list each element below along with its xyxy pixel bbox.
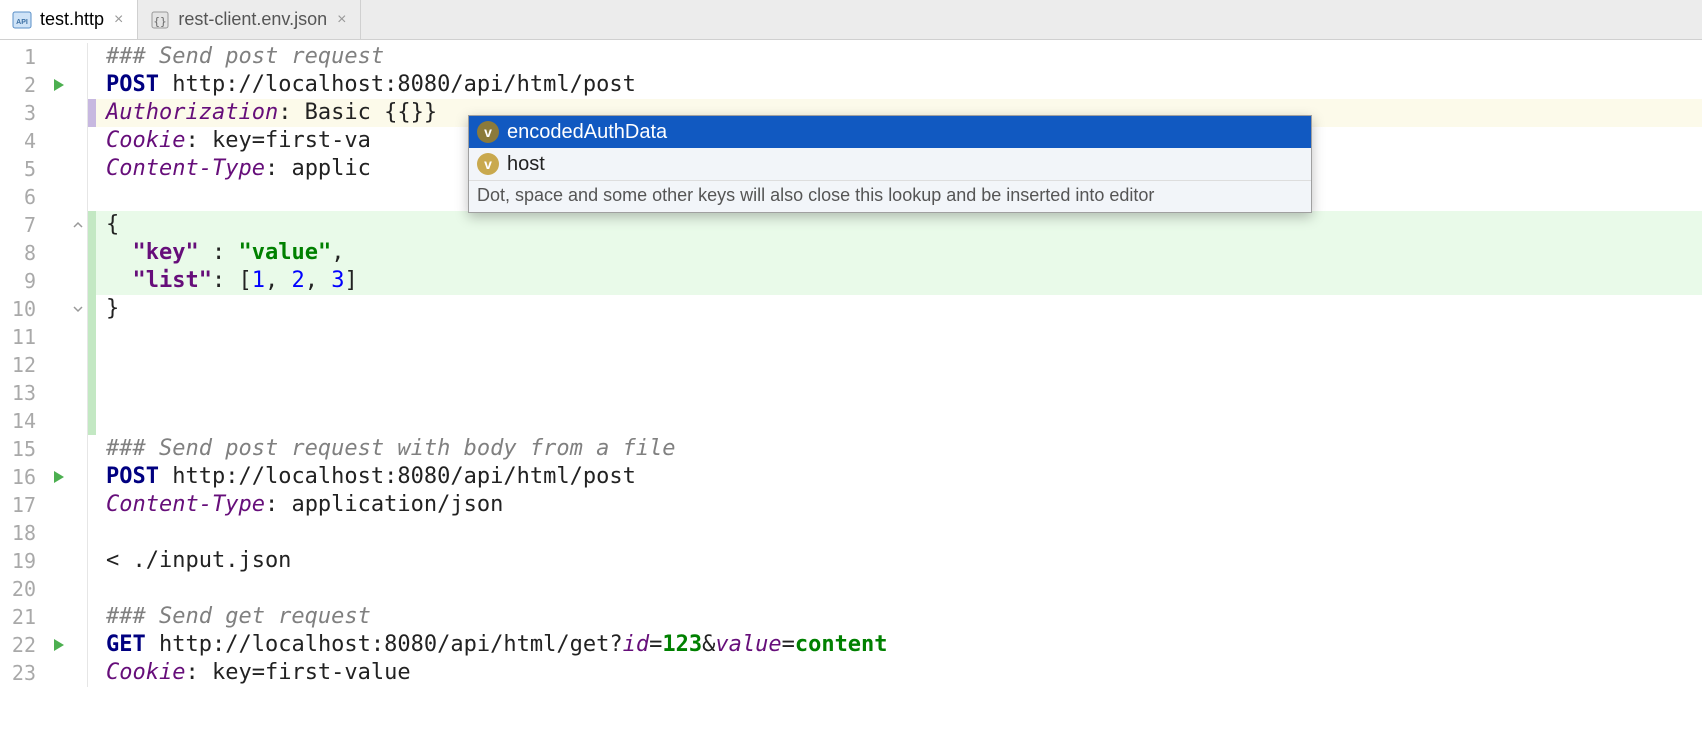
gutter: 1 2 3 4 5 6 7 8 9 10 11 12 13 14 15 16 1… <box>0 40 96 732</box>
line-number: 15 <box>0 435 50 463</box>
code-line <box>96 323 1702 351</box>
line-number: 21 <box>0 603 50 631</box>
close-icon[interactable]: × <box>335 11 348 29</box>
code-area[interactable]: ### Send post request POST http://localh… <box>96 40 1702 732</box>
run-gutter-icon[interactable] <box>50 78 68 92</box>
code-line: POST http://localhost:8080/api/html/post <box>96 71 1702 99</box>
line-number: 12 <box>0 351 50 379</box>
code-line <box>96 351 1702 379</box>
line-number: 20 <box>0 575 50 603</box>
completion-popup: v encodedAuthData v host Dot, space and … <box>468 115 1312 213</box>
variable-icon: v <box>477 153 499 175</box>
variable-icon: v <box>477 121 499 143</box>
line-number: 5 <box>0 155 50 183</box>
code-line: ### Send post request with body from a f… <box>96 435 1702 463</box>
close-icon[interactable]: × <box>112 11 125 29</box>
run-gutter-icon[interactable] <box>50 638 68 652</box>
code-line: { <box>96 211 1702 239</box>
code-line: "key" : "value", <box>96 239 1702 267</box>
fold-toggle-icon[interactable] <box>68 295 88 323</box>
svg-text:{}: {} <box>154 15 167 28</box>
line-number: 22 <box>0 631 50 659</box>
completion-label: host <box>507 153 545 176</box>
tab-test-http[interactable]: API test.http × <box>0 0 138 39</box>
tab-rest-client-env[interactable]: {} rest-client.env.json × <box>138 0 361 39</box>
line-number: 16 <box>0 463 50 491</box>
code-line <box>96 407 1702 435</box>
line-number: 6 <box>0 183 50 211</box>
fold-toggle-icon[interactable] <box>68 211 88 239</box>
line-number: 7 <box>0 211 50 239</box>
line-number: 1 <box>0 43 50 71</box>
code-line: ### Send get request <box>96 603 1702 631</box>
line-number: 10 <box>0 295 50 323</box>
completion-item[interactable]: v host <box>469 148 1311 180</box>
editor: 1 2 3 4 5 6 7 8 9 10 11 12 13 14 15 16 1… <box>0 40 1702 732</box>
code-line: POST http://localhost:8080/api/html/post <box>96 463 1702 491</box>
line-number: 23 <box>0 659 50 687</box>
code-line: ### Send post request <box>96 43 1702 71</box>
code-line: } <box>96 295 1702 323</box>
line-number: 14 <box>0 407 50 435</box>
code-line: GET http://localhost:8080/api/html/get?i… <box>96 631 1702 659</box>
tab-label: rest-client.env.json <box>178 9 327 30</box>
fold-col <box>68 43 88 71</box>
completion-hint: Dot, space and some other keys will also… <box>469 180 1311 212</box>
json-file-icon: {} <box>150 10 170 30</box>
line-number: 13 <box>0 379 50 407</box>
run-gutter-icon[interactable] <box>50 470 68 484</box>
vcs-stripe <box>88 99 96 127</box>
vcs-stripe <box>88 43 96 71</box>
line-number: 18 <box>0 519 50 547</box>
line-number: 9 <box>0 267 50 295</box>
code-line: "list": [1, 2, 3] <box>96 267 1702 295</box>
code-line: Cookie: key=first-value <box>96 659 1702 687</box>
line-number: 8 <box>0 239 50 267</box>
line-number: 11 <box>0 323 50 351</box>
code-line <box>96 379 1702 407</box>
code-line <box>96 575 1702 603</box>
fold-col <box>68 99 88 127</box>
completion-label: encodedAuthData <box>507 121 667 144</box>
tab-label: test.http <box>40 9 104 30</box>
http-file-icon: API <box>12 10 32 30</box>
line-number: 19 <box>0 547 50 575</box>
vcs-stripe <box>88 71 96 99</box>
completion-item[interactable]: v encodedAuthData <box>469 116 1311 148</box>
tab-bar: API test.http × {} rest-client.env.json … <box>0 0 1702 40</box>
line-number: 4 <box>0 127 50 155</box>
line-number: 17 <box>0 491 50 519</box>
line-number: 2 <box>0 71 50 99</box>
fold-col <box>68 71 88 99</box>
code-line <box>96 519 1702 547</box>
code-line: Content-Type: application/json <box>96 491 1702 519</box>
code-line: < ./input.json <box>96 547 1702 575</box>
vcs-stripe <box>88 211 96 239</box>
line-number: 3 <box>0 99 50 127</box>
svg-text:API: API <box>16 19 28 26</box>
